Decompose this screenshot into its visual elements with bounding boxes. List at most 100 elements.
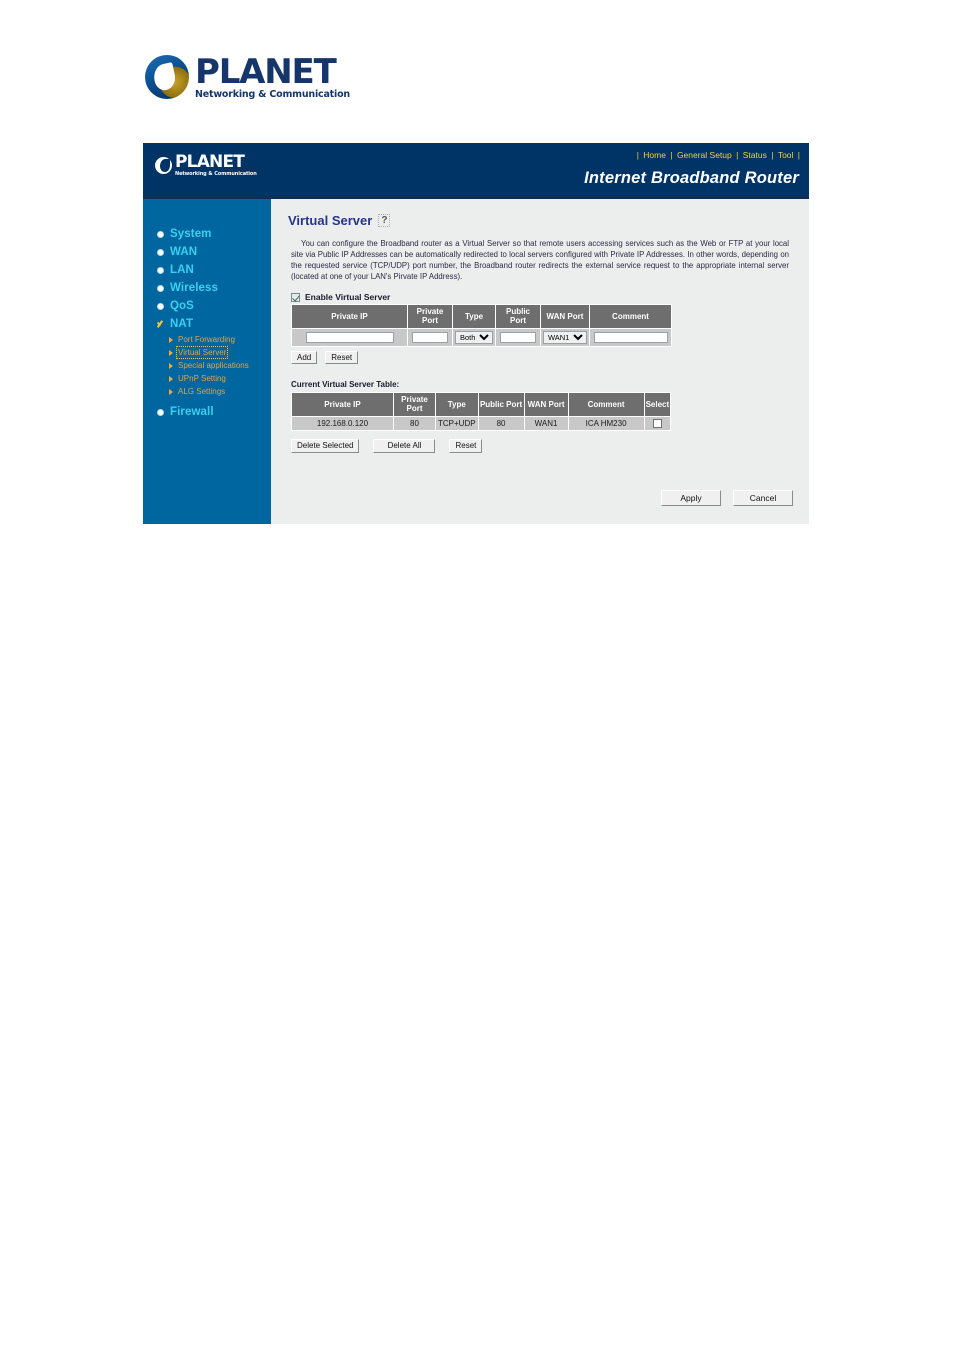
sidebar-subitem-label: Virtual Server <box>175 346 229 359</box>
question-mark-icon[interactable]: ? <box>378 214 391 227</box>
current-table-caption: Current Virtual Server Table: <box>291 380 400 390</box>
sidebar-subitem-upnp-setting[interactable]: UPnP Setting <box>143 372 271 385</box>
private-ip-input[interactable] <box>305 331 394 343</box>
delete-selected-button[interactable]: Delete Selected <box>291 438 360 453</box>
add-button[interactable]: Add <box>291 350 318 365</box>
sidebar-item-qos[interactable]: QoS <box>143 297 271 315</box>
sidebar-item-firewall[interactable]: Firewall <box>143 403 271 421</box>
cell-public-port: 80 <box>477 415 525 431</box>
nav-link-home[interactable]: Home <box>641 150 668 160</box>
arrow-right-icon <box>169 388 173 395</box>
cancel-button[interactable]: Cancel <box>733 489 793 506</box>
wan-port-select[interactable]: WAN1 <box>543 330 587 344</box>
current-virtual-server-table: Private IP Private Port Type Public Port… <box>291 392 672 431</box>
arrow-right-icon <box>169 362 173 369</box>
arrow-right-icon <box>169 349 173 356</box>
sidebar-item-label: Wireless <box>170 282 219 294</box>
ui-body: System WAN LAN Wireless QoS NAT Port For… <box>143 199 809 524</box>
comment-input[interactable] <box>593 331 668 343</box>
planet-globe-icon-small <box>155 157 172 174</box>
col-public-port: Public Port <box>477 392 525 417</box>
reset-table-button[interactable]: Reset <box>449 438 483 453</box>
reset-entry-button[interactable]: Reset <box>325 350 359 365</box>
sidebar-item-system[interactable]: System <box>143 225 271 243</box>
ui-header-bar: PLANET Networking & Communication | Home… <box>143 143 809 195</box>
row-select-checkbox[interactable] <box>652 418 662 428</box>
arrow-right-icon <box>169 375 173 382</box>
col-type: Type <box>452 304 496 329</box>
table-header-row: Private IP Private Port Type Public Port… <box>291 304 672 329</box>
col-public-port: Public Port <box>495 304 541 329</box>
col-type: Type <box>435 392 479 417</box>
cell-type: Both <box>452 327 496 347</box>
nav-sep-0: | <box>636 150 639 160</box>
sidebar-nav: System WAN LAN Wireless QoS NAT Port For… <box>143 199 271 524</box>
nav-link-status[interactable]: Status <box>741 150 769 160</box>
cell-comment <box>589 327 672 347</box>
virtual-server-entry-table: Private IP Private Port Type Public Port… <box>291 304 672 347</box>
sidebar-item-label: NAT <box>170 318 194 330</box>
nav-link-general-setup[interactable]: General Setup <box>675 150 734 160</box>
sidebar-item-label: LAN <box>170 264 194 276</box>
cell-wan-port: WAN1 <box>523 415 569 431</box>
col-comment: Comment <box>567 392 645 417</box>
col-wan-port: WAN Port <box>523 392 569 417</box>
sidebar-subitem-virtual-server[interactable]: Virtual Server <box>143 346 271 359</box>
router-web-ui: PLANET Networking & Communication | Home… <box>143 143 809 524</box>
enable-virtual-server-checkbox[interactable] <box>291 292 300 302</box>
sidebar-subitem-label: UPnP Setting <box>178 374 226 383</box>
sidebar-item-label: QoS <box>170 300 194 312</box>
brand-name: PLANET <box>195 52 337 92</box>
public-port-input[interactable] <box>500 331 536 343</box>
page-title-text: Virtual Server <box>288 213 373 228</box>
entry-input-row: Both WAN1 <box>291 327 672 347</box>
nav-sep-4: | <box>797 150 800 160</box>
footer-buttons: Apply Cancel <box>661 489 793 506</box>
page-root: PLANET Networking & Communication PLANET… <box>0 0 954 1350</box>
ui-brand-name: PLANET <box>175 152 245 172</box>
sidebar-item-lan[interactable]: LAN <box>143 261 271 279</box>
sidebar-item-nat[interactable]: NAT <box>143 315 271 333</box>
nav-link-tool[interactable]: Tool <box>776 150 796 160</box>
product-title: Internet Broadband Router <box>584 169 799 187</box>
bullet-icon <box>157 248 164 256</box>
sidebar-subitem-special-applications[interactable]: Special applications <box>143 359 271 372</box>
sidebar-item-label: System <box>170 228 212 240</box>
col-private-ip: Private IP <box>291 392 394 417</box>
bullet-icon <box>157 266 164 274</box>
sidebar-item-wan[interactable]: WAN <box>143 243 271 261</box>
bullet-icon <box>157 408 164 416</box>
arrow-right-icon <box>169 336 173 343</box>
bullet-icon <box>157 284 164 292</box>
cell-public-port <box>495 327 541 347</box>
col-comment: Comment <box>589 304 672 329</box>
cell-private-port <box>407 327 453 347</box>
sidebar-subitem-alg-settings[interactable]: ALG Settings <box>143 385 271 398</box>
sidebar-subitem-port-forwarding[interactable]: Port Forwarding <box>143 333 271 346</box>
cell-private-ip: 192.168.0.120 <box>291 415 394 431</box>
sidebar-item-label: WAN <box>170 246 198 258</box>
brand-tagline: Networking & Communication <box>195 89 350 100</box>
nav-sep-2: | <box>736 150 739 160</box>
apply-button[interactable]: Apply <box>661 489 721 506</box>
delete-all-button[interactable]: Delete All <box>373 438 436 453</box>
enable-virtual-server-row[interactable]: Enable Virtual Server <box>291 292 795 302</box>
current-table-buttons: Delete Selected Delete All Reset <box>291 438 795 453</box>
cell-private-port: 80 <box>393 415 436 431</box>
table-row: 192.168.0.120 80 TCP+UDP 80 WAN1 ICA HM2… <box>291 415 672 431</box>
top-nav: | Home | General Setup | Status | Tool | <box>637 150 800 160</box>
ui-header-logo: PLANET Networking & Communication <box>155 154 257 177</box>
private-port-input[interactable] <box>412 331 448 343</box>
bullet-icon <box>157 302 164 310</box>
enable-virtual-server-label: Enable Virtual Server <box>305 292 391 303</box>
sidebar-item-label: Firewall <box>170 406 214 418</box>
sidebar-subitem-label: Special applications <box>178 361 249 370</box>
nav-sep-3: | <box>771 150 774 160</box>
sidebar-item-wireless[interactable]: Wireless <box>143 279 271 297</box>
type-select[interactable]: Both <box>455 330 493 344</box>
ui-brand-tagline: Networking & Communication <box>175 171 257 177</box>
col-private-ip: Private IP <box>291 304 408 329</box>
entry-form-buttons: Add Reset <box>291 350 795 365</box>
col-select: Select <box>643 392 672 417</box>
planet-globe-icon <box>145 55 189 100</box>
